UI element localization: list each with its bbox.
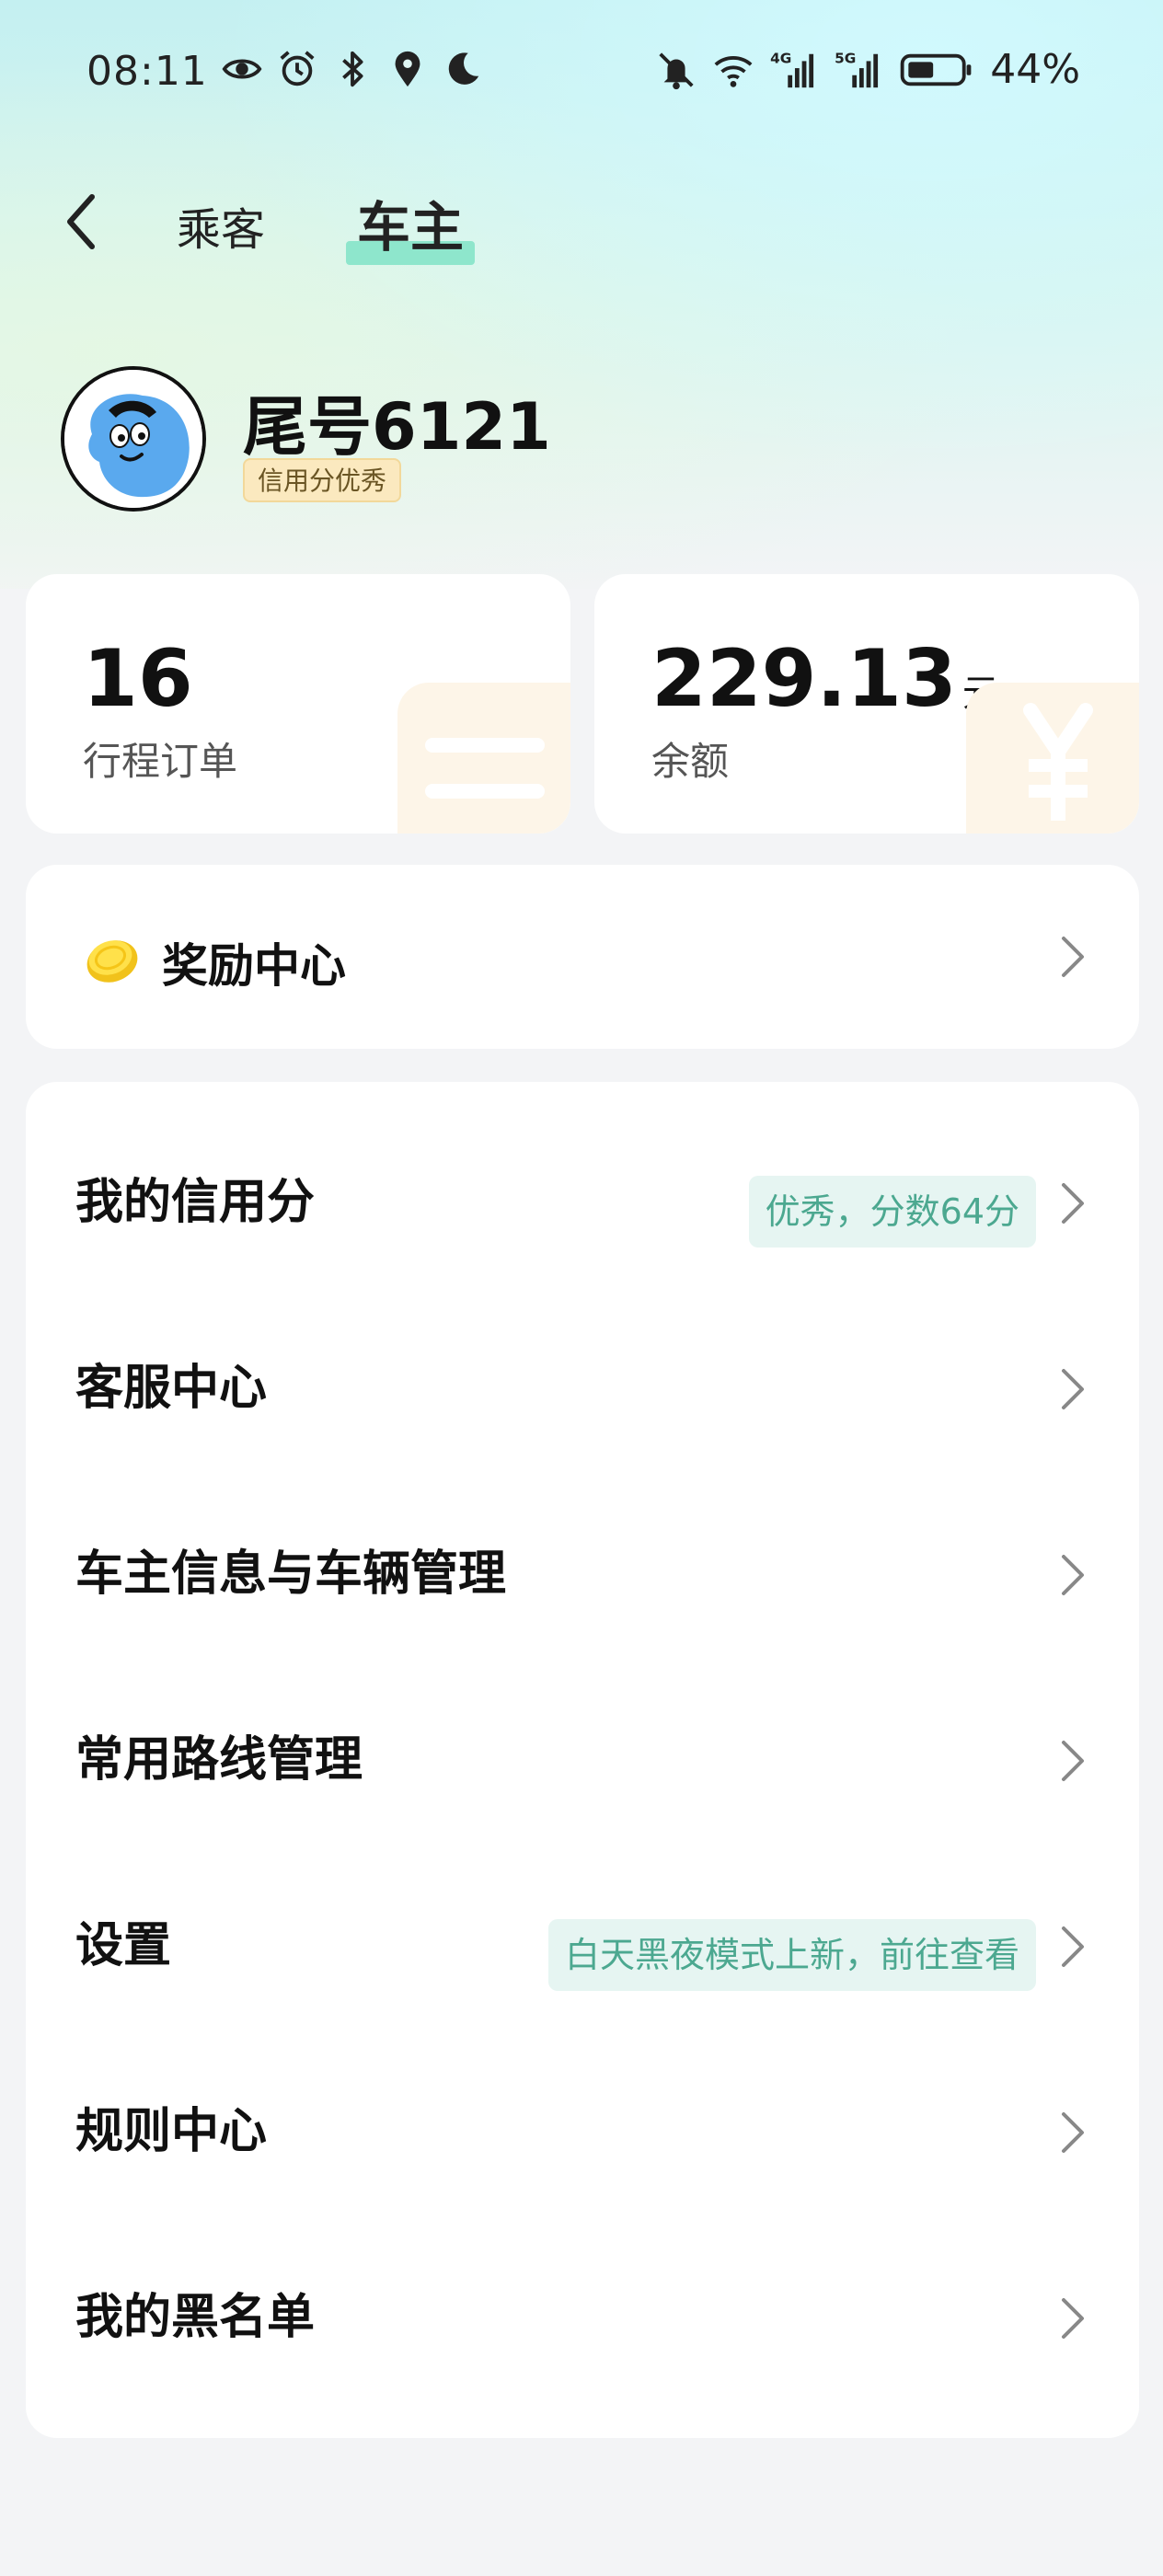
menu-item-label: 常用路线管理 [75,1732,363,1788]
alarm-icon [280,51,315,86]
status-bar: 08:11 4G 5G 44% [0,0,1163,147]
menu-item-rules[interactable]: 规则中心 [26,2039,1139,2225]
status-icons-right: 4G 5G 44% [655,46,1080,93]
signal-5g-icon: 5G [835,50,879,87]
chevron-right-icon [1062,1741,1084,1781]
tab-driver[interactable]: 车主 [357,184,464,261]
balance-label: 余额 [651,739,730,784]
balance-card[interactable]: 229.13元 余额 [594,574,1139,834]
chevron-right-icon [1062,937,1084,977]
menu-item-label: 设置 [75,1918,172,1973]
chevron-right-icon [1062,2298,1084,2339]
bluetooth-icon [342,51,363,87]
trip-orders-label: 行程订单 [83,739,238,784]
location-icon [395,51,420,87]
reward-center-label: 奖励中心 [162,939,346,993]
battery-icon [900,53,972,86]
list-icon [397,683,570,834]
moon-icon [448,52,479,85]
svg-text:4G: 4G [770,50,791,66]
battery-percent: 44% [990,46,1080,93]
balance-value: 229.13元 [651,633,999,725]
chevron-right-icon [1062,1555,1084,1595]
chevron-right-icon [1062,2112,1084,2153]
chevron-right-icon [1062,1369,1084,1409]
avatar-character-icon [64,370,202,508]
wifi-icon [714,55,753,87]
signal-4g-icon: 4G [770,50,814,87]
menu-item-routes[interactable]: 常用路线管理 [26,1667,1139,1853]
coin-icon [86,940,138,983]
credit-score-tag: 优秀，分数64分 [748,1176,1036,1248]
menu-item-label: 车主信息与车辆管理 [75,1547,507,1602]
menu-item-label: 我的信用分 [75,1175,316,1230]
credit-badge: 信用分优秀 [243,458,402,502]
status-time: 08:11 [86,48,208,95]
svg-text:5G: 5G [835,50,856,66]
menu-item-label: 规则中心 [75,2104,268,2159]
chevron-right-icon [1062,1183,1084,1224]
menu-item-label: 客服中心 [75,1361,268,1416]
mute-icon [659,52,694,89]
reward-center-row[interactable]: 奖励中心 [26,865,1139,1049]
back-button[interactable] [57,190,112,254]
chevron-right-icon [1062,1926,1084,1967]
settings-tag: 白天黑夜模式上新，前往查看 [547,1919,1036,1991]
menu-item-customer-service[interactable]: 客服中心 [26,1295,1139,1481]
menu-list: 我的信用分 优秀，分数64分 客服中心 车主信息与车辆管理 常用路线管理 设置 … [26,1082,1139,2438]
trip-orders-value: 16 [83,633,193,725]
menu-item-driver-vehicle[interactable]: 车主信息与车辆管理 [26,1481,1139,1667]
avatar[interactable] [61,366,206,512]
menu-item-settings[interactable]: 设置 白天黑夜模式上新，前往查看 [26,1853,1139,2039]
tab-passenger[interactable]: 乘客 [177,193,265,258]
yuan-icon [966,683,1139,834]
menu-item-credit-score[interactable]: 我的信用分 优秀，分数64分 [26,1110,1139,1295]
menu-item-label: 我的黑名单 [75,2290,316,2345]
username: 尾号6121 [243,389,551,465]
menu-item-blacklist[interactable]: 我的黑名单 [26,2225,1139,2410]
eye-icon [222,59,262,79]
status-icons-left [221,48,484,90]
trip-orders-card[interactable]: 16 行程订单 [26,574,570,834]
